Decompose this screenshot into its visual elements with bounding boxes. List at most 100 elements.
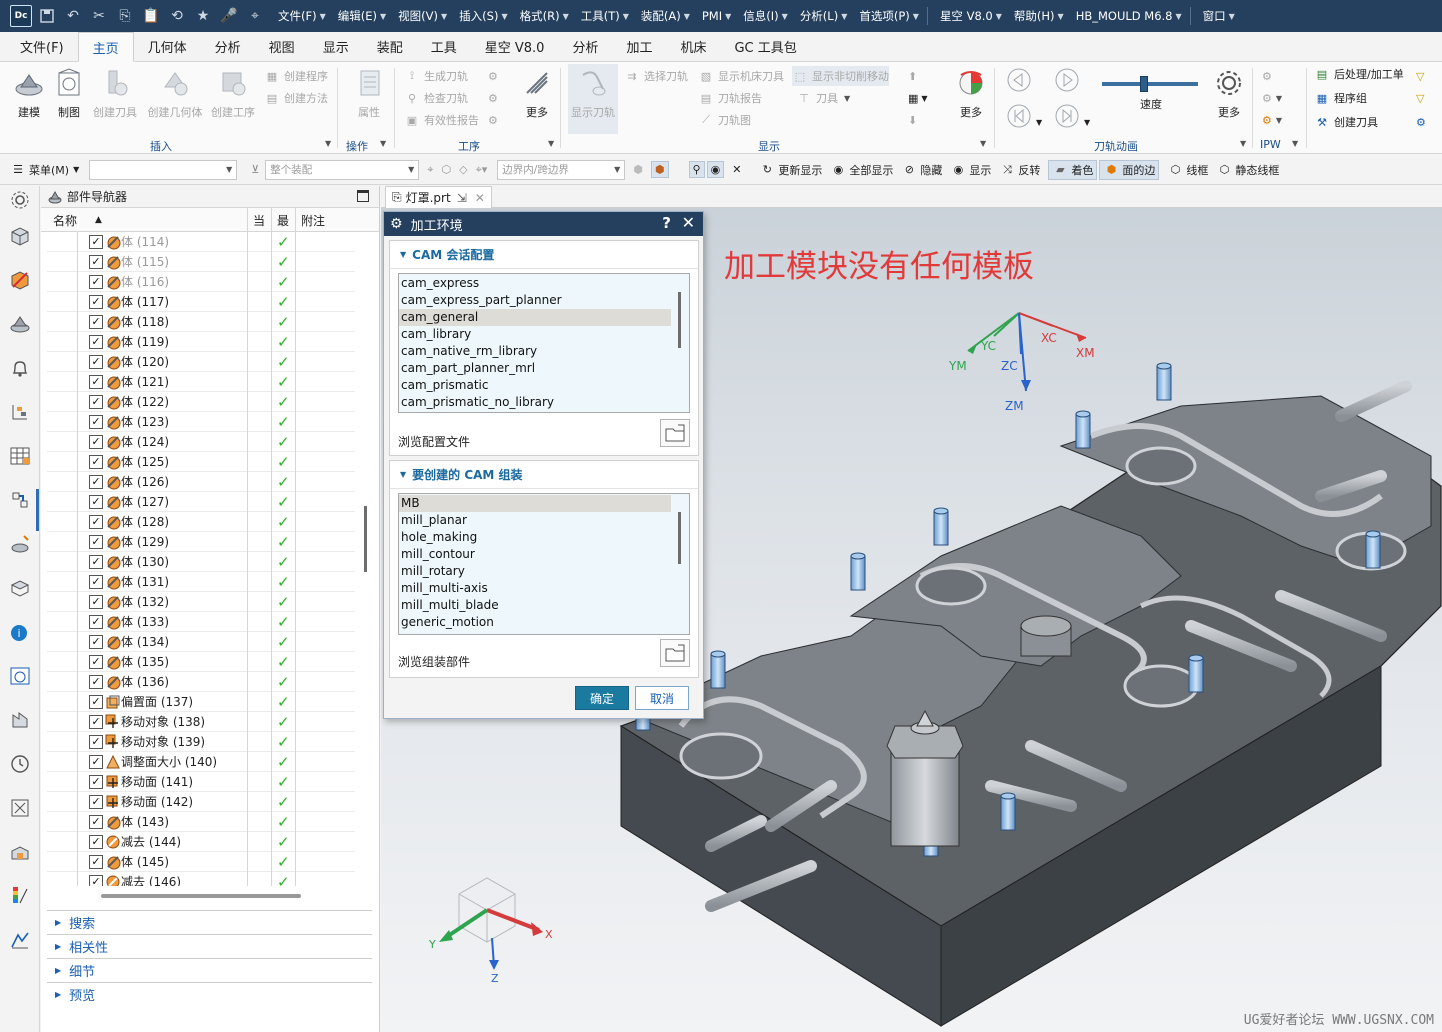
filter-3-icon[interactable]: ⚙	[1416, 112, 1426, 132]
list-item[interactable]: generic_motion	[399, 614, 689, 631]
tree-row[interactable]: ✓ 偏置面 (137) ✓	[47, 692, 355, 712]
snap-hex-icon[interactable]: ⬡	[442, 163, 452, 176]
shaded-edges-button[interactable]: ⬢ 面的边	[1099, 159, 1160, 180]
config-list-scrollbar[interactable]	[678, 292, 681, 348]
list-item[interactable]: mill_rotary	[399, 563, 689, 580]
ribbon-tab[interactable]: 几何体	[134, 32, 201, 61]
ribbon-tab[interactable]: 星空 V8.0	[471, 32, 559, 61]
op-tool-3-icon[interactable]: ⚙	[488, 110, 498, 130]
step-forward-caret-icon[interactable]: ▼	[1084, 112, 1090, 132]
visibility-checkbox[interactable]: ✓	[89, 674, 103, 689]
tree-row[interactable]: ✓ 体 (124) ✓	[47, 432, 355, 452]
close-dialog-icon[interactable]: ✕	[682, 213, 695, 232]
toolpath-report-button[interactable]: ▤ 刀轨报告	[698, 88, 762, 108]
postprocess-button[interactable]: ▤ 后处理/加工单	[1314, 64, 1404, 84]
drafting-button[interactable]: 制图	[44, 66, 94, 120]
snap-point-icon[interactable]: ⌖	[427, 163, 433, 177]
history-palette-icon[interactable]	[8, 708, 32, 732]
cube-select-icon[interactable]: ⬢	[650, 161, 669, 178]
title-menu-item[interactable]: 星空 V8.0 ▼	[940, 7, 1002, 25]
process-studio-icon[interactable]	[8, 796, 32, 820]
operations-more-button[interactable]: 更多	[512, 66, 562, 120]
generate-toolpath-button[interactable]: ⟟ 生成刀轨	[404, 66, 468, 86]
tree-row[interactable]: ✓ 移动对象 (139) ✓	[47, 732, 355, 752]
ribbon-tab[interactable]: 分析	[201, 32, 255, 61]
ribbon-tab[interactable]: 装配	[363, 32, 417, 61]
ribbon-tab[interactable]: 文件(F)	[0, 32, 78, 61]
web-browser-icon[interactable]	[8, 664, 32, 688]
visibility-checkbox[interactable]: ✓	[89, 714, 103, 729]
ribbon-tab[interactable]: 机床	[666, 32, 720, 61]
shaded-button[interactable]: ▰ 着色	[1048, 159, 1098, 180]
column-latest[interactable]: 最	[277, 212, 289, 229]
tree-row[interactable]: ✓ 体 (133) ✓	[47, 612, 355, 632]
column-current[interactable]: 当	[253, 212, 265, 229]
panel-2[interactable]: ▶ 细节	[47, 958, 372, 982]
tree-row[interactable]: ✓ 体 (126) ✓	[47, 472, 355, 492]
ribbon-tab[interactable]: 视图	[255, 32, 309, 61]
undo-icon[interactable]: ↶	[62, 5, 84, 27]
tree-row[interactable]: ✓ 体 (120) ✓	[47, 352, 355, 372]
visibility-checkbox[interactable]: ✓	[89, 794, 103, 809]
paste-icon[interactable]: 📋	[140, 5, 162, 27]
group-operation-caret-icon[interactable]: ▼	[548, 139, 554, 148]
filter-icon[interactable]: ⊻	[251, 163, 259, 176]
visibility-checkbox[interactable]: ✓	[89, 314, 103, 329]
tree-row[interactable]: ✓ 体 (122) ✓	[47, 392, 355, 412]
tree-row[interactable]: ✓ 体 (143) ✓	[47, 812, 355, 832]
list-item[interactable]: MB	[399, 495, 671, 512]
op-tool-1-icon[interactable]: ⚙	[488, 66, 498, 86]
sort-up-icon[interactable]: ▲	[95, 215, 102, 225]
tree-row[interactable]: ✓ 体 (134) ✓	[47, 632, 355, 652]
group-display-caret-icon[interactable]: ▼	[980, 139, 986, 148]
visibility-checkbox[interactable]: ✓	[89, 654, 103, 669]
tree-row[interactable]: ✓ 体 (132) ✓	[47, 592, 355, 612]
visibility-checkbox[interactable]: ✓	[89, 334, 103, 349]
section-header[interactable]: ▼ CAM 会话配置	[390, 241, 698, 269]
filter-2-icon[interactable]: ▽	[1416, 88, 1424, 108]
eye-icon[interactable]: ◉	[706, 161, 725, 178]
list-item[interactable]: cam_express_part_planner	[399, 292, 689, 309]
list-item[interactable]: mill_multi-axis	[399, 580, 689, 597]
tree-row[interactable]: ✓ 体 (130) ✓	[47, 552, 355, 572]
browse-config-button[interactable]	[660, 419, 690, 447]
assembly-navigator-icon[interactable]	[8, 224, 32, 248]
display-more-button[interactable]: 更多	[946, 66, 996, 120]
filter-1-icon[interactable]: ▽	[1416, 66, 1424, 86]
visibility-checkbox[interactable]: ✓	[89, 494, 103, 509]
list-item[interactable]: mill_multi_blade	[399, 597, 689, 614]
tree-row[interactable]: ✓ 体 (116) ✓	[47, 272, 355, 292]
group-insert-caret-icon[interactable]: ▼	[325, 139, 331, 148]
visibility-checkbox[interactable]: ✓	[89, 354, 103, 369]
verify-toolpath-button[interactable]: ⚲ 检查刀轨	[404, 88, 468, 108]
repeat-command-icon[interactable]: ⟲	[166, 5, 188, 27]
tree-row[interactable]: ✓ 体 (127) ✓	[47, 492, 355, 512]
list-item[interactable]: cam_prismatic_no_library	[399, 394, 689, 411]
move-down-icon[interactable]: ⬇	[908, 110, 917, 130]
animation-more-button[interactable]: 更多	[1204, 66, 1254, 120]
create-geometry-button[interactable]: 创建几何体	[146, 66, 204, 120]
measure-icon[interactable]	[8, 928, 32, 952]
title-menu-item[interactable]: 首选项(P) ▼	[859, 7, 919, 25]
list-item[interactable]: cam_part_planner_mrl	[399, 360, 689, 377]
tree-row[interactable]: ✓ 体 (135) ✓	[47, 652, 355, 672]
ribbon-tab[interactable]: 显示	[309, 32, 363, 61]
snap-more-icon[interactable]: ⌖▾	[476, 163, 488, 177]
visibility-checkbox[interactable]: ✓	[89, 554, 103, 569]
roles-icon[interactable]	[8, 576, 32, 600]
visibility-checkbox[interactable]: ✓	[89, 874, 103, 886]
visibility-checkbox[interactable]: ✓	[89, 774, 103, 789]
ribbon-tab[interactable]: 主页	[77, 32, 134, 62]
create-program-button[interactable]: ▦ 创建程序	[264, 66, 328, 86]
menu-button[interactable]: ☰ 菜单(M) ▼	[10, 162, 79, 178]
visibility-checkbox[interactable]: ✓	[89, 414, 103, 429]
tree-row[interactable]: ✓ 移动对象 (138) ✓	[47, 712, 355, 732]
show-button[interactable]: ◉ 显示	[950, 162, 992, 178]
show-machine-tool-button[interactable]: ▧ 显示机床刀具	[698, 66, 784, 86]
move-up-icon[interactable]: ⬆	[908, 66, 917, 86]
create-method-button[interactable]: ▤ 创建方法	[264, 88, 328, 108]
setup-list-scrollbar[interactable]	[678, 512, 681, 564]
tree-row[interactable]: ✓ 调整面大小 (140) ✓	[47, 752, 355, 772]
boundary-combo[interactable]: 边界内/跨边界 ▼	[497, 159, 626, 180]
type-filter-combo[interactable]: ▼	[89, 159, 238, 180]
